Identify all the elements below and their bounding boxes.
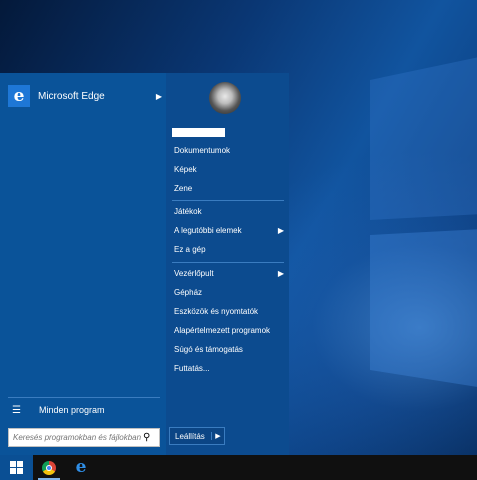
list-icon: ☰	[12, 404, 21, 416]
menu-item-documents[interactable]: Dokumentumok	[174, 142, 284, 158]
start-right-column: Dokumentumok Képek Zene Játékok A legutó…	[166, 73, 289, 455]
chrome-icon	[42, 460, 56, 475]
menu-item-label: Eszközök és nyomtatók	[174, 306, 259, 316]
menu-item-label: A legutóbbi elemek	[174, 225, 242, 235]
menu-item-label: Dokumentumok	[174, 145, 231, 155]
shutdown-label: Leállítás	[175, 431, 205, 441]
divider	[172, 262, 284, 263]
divider	[8, 397, 160, 398]
menu-item-label: Alapértelmezett programok	[174, 325, 271, 335]
menu-item-label: Ez a gép	[174, 244, 206, 254]
chevron-right-icon: ▶	[277, 268, 284, 278]
pinned-item-label: Microsoft Edge	[38, 90, 105, 102]
menu-item-label: Futtatás...	[174, 363, 210, 373]
search-field[interactable]: ⚲	[8, 428, 160, 447]
taskbar-item-chrome[interactable]	[35, 455, 63, 480]
windows-logo-wallpaper	[370, 57, 477, 387]
start-button[interactable]	[0, 455, 33, 480]
start-left-column: e Microsoft Edge ▶ ☰ Minden program ⚲	[0, 73, 166, 455]
taskbar: e	[0, 455, 477, 480]
menu-item-help-support[interactable]: Súgó és támogatás	[174, 341, 284, 357]
menu-item-control-panel[interactable]: Vezérlőpult ▶	[174, 265, 284, 281]
start-menu: e Microsoft Edge ▶ ☰ Minden program ⚲ Do…	[0, 73, 289, 455]
menu-item-label: Vezérlőpult	[174, 268, 214, 278]
chevron-right-icon: ▶	[277, 225, 284, 235]
menu-item-devices-printers[interactable]: Eszközök és nyomtatók	[174, 303, 284, 319]
search-input[interactable]	[13, 433, 141, 442]
avatar[interactable]	[209, 82, 241, 114]
all-programs-label: Minden program	[39, 405, 105, 415]
menu-item-label: Gépház	[174, 287, 203, 297]
menu-item-run[interactable]: Futtatás...	[174, 360, 284, 376]
windows-logo-icon	[10, 461, 23, 474]
menu-item-this-pc[interactable]: Ez a gép	[174, 241, 284, 257]
chevron-right-icon: ▶	[155, 91, 162, 101]
taskbar-item-edge[interactable]: e	[67, 455, 95, 480]
chevron-right-icon[interactable]: ▶	[211, 432, 224, 440]
menu-item-recent-items[interactable]: A legutóbbi elemek ▶	[174, 222, 284, 238]
menu-item-pictures[interactable]: Képek	[174, 161, 284, 177]
menu-item-label: Súgó és támogatás	[174, 344, 243, 354]
menu-item-settings[interactable]: Gépház	[174, 284, 284, 300]
search-icon[interactable]: ⚲	[143, 432, 150, 443]
menu-item-label: Játékok	[174, 206, 202, 216]
menu-item-label: Képek	[174, 164, 197, 174]
pinned-item-microsoft-edge[interactable]: e Microsoft Edge ▶	[8, 83, 162, 109]
divider	[172, 200, 284, 201]
edge-icon: e	[75, 457, 87, 477]
menu-item-games[interactable]: Játékok	[174, 203, 284, 219]
menu-item-label: Zene	[174, 183, 193, 193]
username-redacted[interactable]	[172, 128, 225, 137]
all-programs-button[interactable]: ☰ Minden program	[8, 400, 160, 420]
menu-item-music[interactable]: Zene	[174, 180, 284, 196]
shutdown-button[interactable]: Leállítás ▶	[169, 427, 225, 445]
menu-item-default-programs[interactable]: Alapértelmezett programok	[174, 322, 284, 338]
edge-icon: e	[8, 85, 30, 107]
